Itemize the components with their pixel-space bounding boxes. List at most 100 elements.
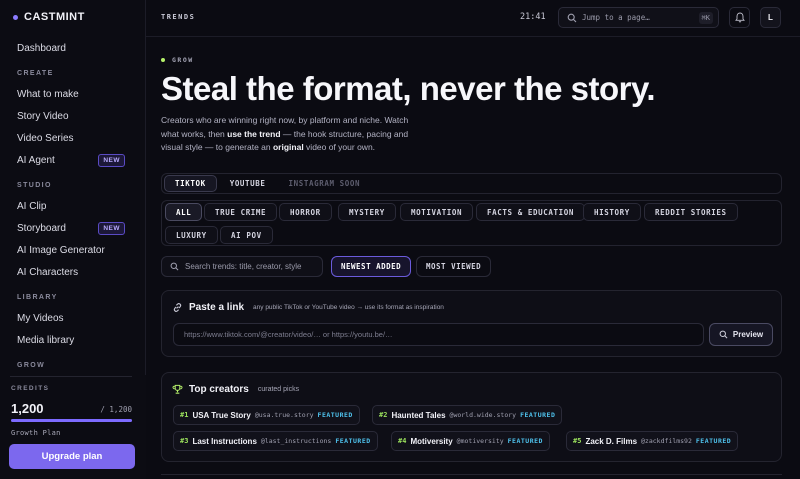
eyebrow-label: GROW [172,56,194,64]
top-creators-title: Top creators [189,384,249,395]
credits-label: CREDITS [11,385,50,392]
sidebar-item-label: My Videos [17,312,64,324]
intro-emphasis: use the trend [227,128,281,139]
sidebar-item-ai-image-generator[interactable]: AI Image Generator [0,239,146,261]
credits-panel: CREDITS 1,200 / 1,200 Growth Plan Upgrad… [0,375,146,479]
upgrade-plan-button[interactable]: Upgrade plan [9,444,135,469]
sidebar-item-label: Dashboard [17,42,66,54]
sidebar-item-ai-clip[interactable]: AI Clip [0,195,146,217]
sidebar-item-label: Media library [17,334,75,346]
link-icon [173,303,182,312]
platform-tabs: TIKTOK YOUTUBE INSTAGRAM SOON [161,173,782,194]
creator-handle: @motiversity [456,437,504,445]
tab-instagram: INSTAGRAM SOON [288,179,361,188]
video-url-input[interactable] [173,323,704,346]
sidebar-section-grow: GROW [17,362,46,369]
sidebar-item-label: AI Clip [17,200,47,212]
sidebar-section-create: CREATE [17,70,54,77]
sidebar-item-media-library[interactable]: Media library [0,329,146,351]
sort-newest-added[interactable]: NEWEST ADDED [331,256,412,277]
featured-badge: FEATURED [317,411,353,419]
sidebar-item-label: AI Image Generator [17,244,105,256]
next-section-edge [161,474,782,479]
jump-placeholder: Jump to a page… [582,13,650,22]
new-badge: NEW [98,153,125,167]
sidebar-item-label: AI Characters [17,266,79,278]
category-luxury[interactable]: LUXURY [165,226,218,244]
tab-youtube[interactable]: YOUTUBE [220,175,276,192]
category-reddit-stories[interactable]: REDDIT STORIES [644,203,738,221]
sort-most-viewed[interactable]: MOST VIEWED [416,256,492,277]
category-horror[interactable]: HORROR [279,203,332,221]
category-motivation[interactable]: MOTIVATION [400,203,474,221]
eyebrow-dot-icon [161,58,165,62]
creator-chip[interactable]: #2 Haunted Tales @world.wide.story FEATU… [372,405,563,425]
creator-chip[interactable]: #3 Last Instructions @last_instructions … [173,431,378,451]
sidebar-item-story-video[interactable]: Story Video [0,105,146,127]
sidebar-section-studio: STUDIO [17,182,52,189]
sidebar-item-label: Story Video [17,110,69,122]
sidebar-item-my-videos[interactable]: My Videos [0,307,146,329]
sidebar-section-library: LIBRARY [17,294,58,301]
sidebar-item-what-to-make[interactable]: What to make [0,83,146,105]
creator-rank: #1 [180,411,189,419]
paste-link-header: Paste a link any public TikTok or YouTub… [172,302,444,313]
top-creators-subtitle: curated picks [257,386,300,393]
intro-text: Creators who are winning right now, by p… [161,114,416,155]
category-true-crime[interactable]: TRUE CRIME [204,203,278,221]
creator-rank: #5 [573,437,582,445]
logo[interactable]: CASTMINT [13,11,85,23]
intro-emphasis: original [272,142,304,152]
notifications-button[interactable] [729,7,750,28]
page-title: TRENDS [161,13,196,21]
intro-part: video of your own. [303,142,376,152]
creator-name: USA True Story [192,410,251,420]
topbar: TRENDS 21:41 Jump to a page… ⌘K L [146,0,800,37]
creator-chip[interactable]: #5 Zack D. Films @zackdfilms92 FEATURED [566,431,739,451]
sidebar-item-label: Video Series [17,132,74,144]
credits-progress-bar [11,419,132,422]
sidebar-item-ai-agent[interactable]: AI Agent NEW [0,149,146,171]
sidebar-nav: Dashboard CREATE What to make Story Vide… [0,37,146,375]
category-filters: ALL TRUE CRIME HORROR MYSTERY MOTIVATION… [161,200,782,246]
creator-rank: #3 [180,437,189,445]
category-history[interactable]: HISTORY [583,203,641,221]
category-facts-education[interactable]: FACTS & EDUCATION [476,203,585,221]
featured-badge: FEATURED [335,437,371,445]
top-creators-header: Top creators curated picks [172,384,299,395]
eyebrow: GROW [161,56,194,64]
featured-badge: FEATURED [507,437,543,445]
featured-badge: FEATURED [695,437,732,445]
category-all[interactable]: ALL [165,203,203,221]
creator-name: Zack D. Films [585,436,638,446]
search-icon [170,262,179,271]
sidebar-item-ai-characters[interactable]: AI Characters [0,261,146,283]
jump-to-page-search[interactable]: Jump to a page… ⌘K [558,7,719,28]
sidebar-item-dashboard[interactable]: Dashboard [0,37,146,59]
logo-mark-icon [13,14,18,20]
creator-handle: @world.wide.story [449,411,517,419]
trends-search-input[interactable]: Search trends: title, creator, style [161,256,323,277]
sidebar-item-storyboard[interactable]: Storyboard NEW [0,217,146,239]
paste-link-card: Paste a link any public TikTok or YouTub… [161,290,782,357]
plan-name: Growth Plan [11,429,61,437]
category-ai-pov[interactable]: AI POV [220,226,273,244]
creator-name: Motiversity [410,436,453,446]
preview-button[interactable]: Preview [709,323,773,346]
search-icon [567,13,577,22]
credits-progress-fill [11,419,132,422]
avatar[interactable]: L [760,7,781,28]
sidebar-item-label: What to make [17,88,79,100]
category-mystery[interactable]: MYSTERY [338,203,396,221]
paste-link-subtitle: any public TikTok or YouTube video → use… [253,304,444,311]
headline: Steal the format, never the story. [161,70,656,107]
sidebar-item-video-series[interactable]: Video Series [0,127,146,149]
credits-max: / 1,200 [100,405,132,414]
sidebar: CASTMINT Dashboard CREATE What to make S… [0,0,146,479]
creator-chip[interactable]: #4 Motiversity @motiversity FEATURED [391,431,550,451]
tab-tiktok[interactable]: TIKTOK [164,175,217,192]
creator-name: Last Instructions [192,436,257,446]
creator-chip[interactable]: #1 USA True Story @usa.true.story FEATUR… [173,405,360,425]
creator-name: Haunted Tales [391,410,446,420]
shortcut-hint: ⌘K [698,11,713,24]
